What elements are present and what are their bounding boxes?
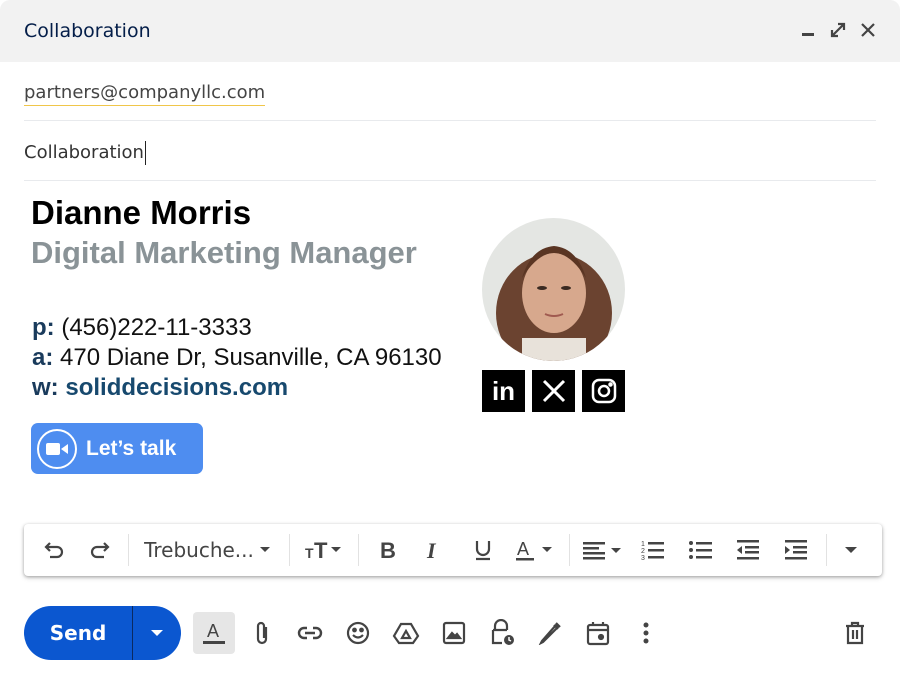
more-options-icon[interactable]: [625, 612, 667, 654]
link-icon[interactable]: [289, 612, 331, 654]
svg-text:A: A: [517, 539, 529, 559]
compose-title: Collaboration: [24, 20, 151, 42]
close-icon[interactable]: [858, 20, 878, 40]
svg-text:A: A: [207, 621, 219, 641]
compose-actions: Send A: [24, 606, 884, 660]
redo-icon[interactable]: [78, 532, 122, 568]
profile-photo: [482, 218, 625, 361]
font-select[interactable]: Trebuche...: [135, 532, 283, 568]
svg-text:1: 1: [641, 541, 645, 548]
subject-field[interactable]: Collaboration: [24, 121, 876, 181]
video-camera-icon: [37, 428, 77, 469]
recipient-chip[interactable]: partners@companyllc.com: [24, 82, 266, 106]
svg-text:T: T: [305, 545, 314, 561]
undo-icon[interactable]: [30, 532, 78, 568]
emoji-icon[interactable]: [337, 612, 379, 654]
svg-text:T: T: [314, 539, 328, 561]
svg-text:B: B: [380, 539, 396, 561]
svg-text:3: 3: [641, 555, 645, 562]
compose-header: Collaboration: [0, 0, 900, 62]
bold-icon[interactable]: B: [365, 532, 411, 568]
signature-website: w: soliddecisions.com: [32, 374, 289, 401]
signature-name: Dianne Morris: [31, 194, 252, 231]
send-button-group: Send: [24, 606, 181, 660]
bulleted-list-icon[interactable]: [676, 532, 724, 568]
signature-icon[interactable]: [529, 612, 571, 654]
text-color-icon[interactable]: A: [507, 532, 563, 568]
linkedin-icon[interactable]: in: [482, 370, 525, 412]
lets-talk-button[interactable]: Let’s talk: [31, 423, 203, 474]
signature-phone: p: (456)222-11-3333: [32, 314, 252, 341]
formatting-options-icon[interactable]: A: [193, 612, 235, 654]
attach-icon[interactable]: [241, 612, 283, 654]
x-icon[interactable]: [532, 370, 575, 412]
indent-more-icon[interactable]: [772, 532, 820, 568]
insert-photo-icon[interactable]: [433, 612, 475, 654]
numbered-list-icon[interactable]: 123: [630, 532, 676, 568]
text-size-icon[interactable]: TT: [296, 532, 352, 568]
confidential-mode-icon[interactable]: [481, 612, 523, 654]
discard-draft-icon[interactable]: [834, 612, 876, 654]
send-options-icon[interactable]: [133, 628, 181, 638]
signature-title: Digital Marketing Manager: [31, 235, 417, 270]
text-caret: [144, 141, 146, 165]
underline-icon[interactable]: [459, 532, 507, 568]
indent-less-icon[interactable]: [724, 532, 772, 568]
italic-icon[interactable]: I: [411, 532, 459, 568]
more-formatting-icon[interactable]: [833, 532, 869, 568]
minimize-icon[interactable]: [798, 20, 818, 40]
svg-text:I: I: [426, 539, 437, 561]
drive-icon[interactable]: [385, 612, 427, 654]
signature-address: a: 470 Diane Dr, Susanville, CA 96130: [32, 344, 442, 371]
instagram-icon[interactable]: [582, 370, 625, 412]
align-icon[interactable]: [576, 532, 630, 568]
formatting-toolbar: Trebuche... TT B I A 123: [24, 524, 882, 576]
schedule-icon[interactable]: [577, 612, 619, 654]
subject-input[interactable]: Collaboration: [24, 142, 144, 163]
svg-text:2: 2: [641, 548, 645, 555]
to-field[interactable]: partners@companyllc.com: [24, 62, 876, 121]
send-button[interactable]: Send: [24, 621, 132, 645]
expand-icon[interactable]: [828, 20, 848, 40]
